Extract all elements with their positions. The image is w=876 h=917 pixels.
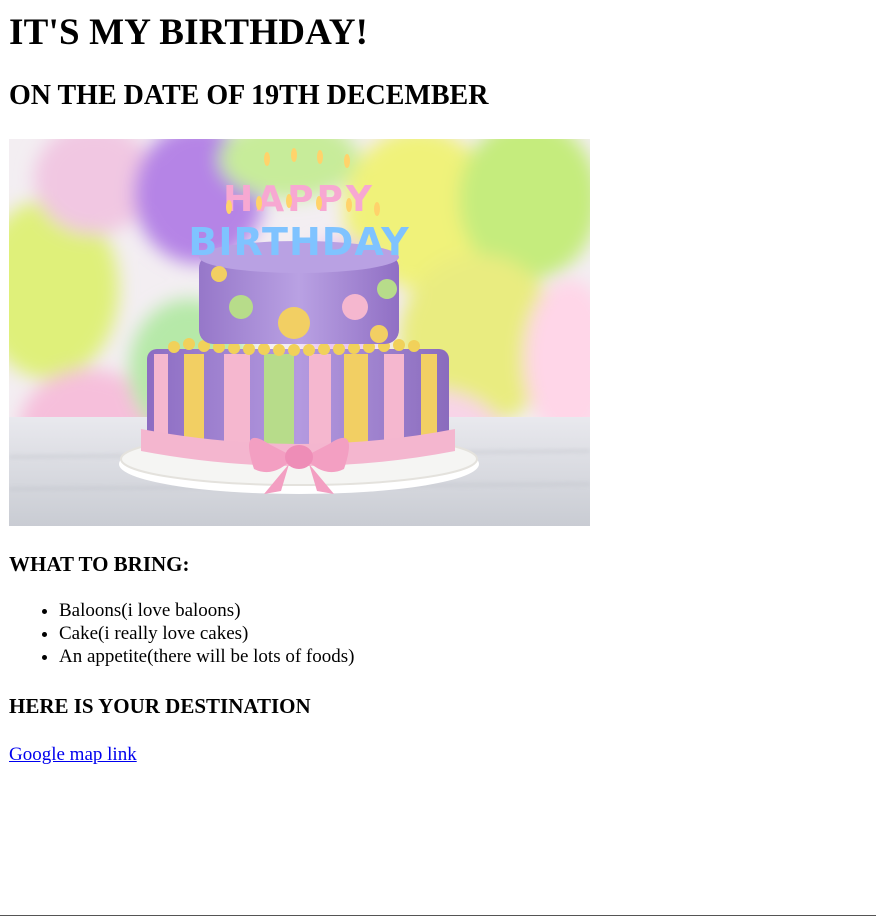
list-item: Cake(i really love cakes) <box>59 622 867 645</box>
candle-text-happy: HAPPY <box>223 179 375 220</box>
page-title: IT'S MY BIRTHDAY! <box>9 12 369 53</box>
google-map-link[interactable]: Google map link <box>9 743 137 766</box>
bottom-divider <box>0 915 876 916</box>
bring-list: Baloons(i love baloons) Cake(i really lo… <box>9 599 867 668</box>
destination-heading: HERE IS YOUR DESTINATION <box>9 694 311 718</box>
page-body: IT'S MY BIRTHDAY! ON THE DATE OF 19TH DE… <box>0 0 876 766</box>
list-item: Baloons(i love baloons) <box>59 599 867 622</box>
page-subtitle: ON THE DATE OF 19TH DECEMBER <box>9 80 489 111</box>
what-to-bring-heading: WHAT TO BRING: <box>9 552 190 576</box>
candle-text-birthday: BIRTHDAY <box>188 220 409 264</box>
list-item: An appetite(there will be lots of foods) <box>59 645 867 668</box>
birthday-cake-image: HAPPY BIRTHDAY <box>9 139 590 526</box>
